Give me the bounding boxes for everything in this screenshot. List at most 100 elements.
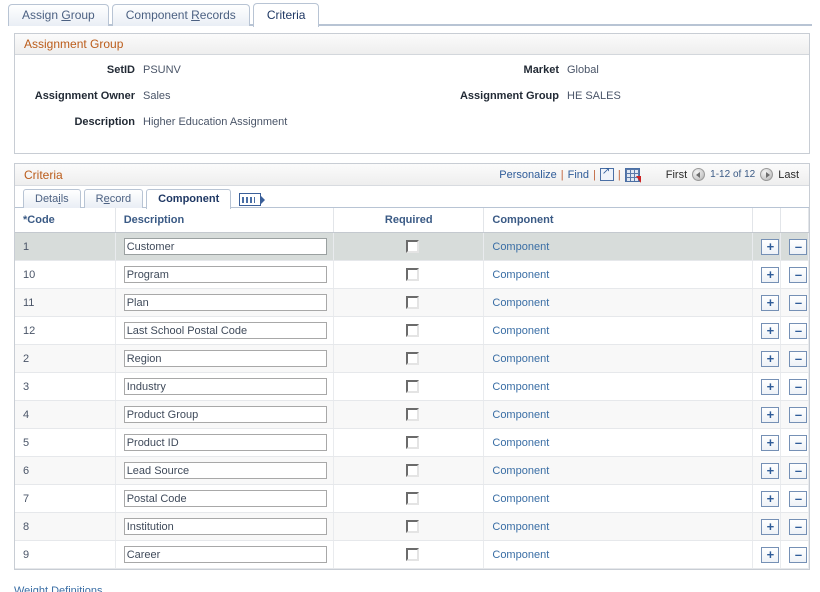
component-link[interactable]: Component (492, 409, 549, 421)
description-input[interactable] (124, 518, 327, 535)
tab-component[interactable]: Component (146, 189, 231, 209)
table-row[interactable]: 4Component+– (15, 401, 809, 429)
delete-row-button[interactable]: – (789, 323, 807, 339)
description-input[interactable] (124, 266, 327, 283)
grid-download-icon[interactable] (625, 168, 640, 182)
delete-row-button[interactable]: – (789, 407, 807, 423)
component-link[interactable]: Component (492, 381, 549, 393)
cell-add: + (752, 401, 780, 429)
required-checkbox[interactable] (406, 436, 419, 449)
cell-code: 10 (15, 261, 115, 289)
tab-details[interactable]: Details (23, 189, 81, 208)
component-link[interactable]: Component (492, 353, 549, 365)
cell-required (334, 345, 484, 373)
cell-delete: – (780, 513, 808, 541)
description-input[interactable] (124, 546, 327, 563)
table-row[interactable]: 11Component+– (15, 289, 809, 317)
description-input[interactable] (124, 350, 327, 367)
required-checkbox[interactable] (406, 324, 419, 337)
delete-row-button[interactable]: – (789, 463, 807, 479)
expand-icon[interactable] (600, 168, 614, 181)
weight-definitions-link[interactable]: Weight Definitions (14, 585, 102, 592)
delete-row-button[interactable]: – (789, 351, 807, 367)
delete-row-button[interactable]: – (789, 295, 807, 311)
delete-row-button[interactable]: – (789, 519, 807, 535)
description-input[interactable] (124, 462, 327, 479)
delete-row-button[interactable]: – (789, 547, 807, 563)
first-page-label[interactable]: First (666, 169, 687, 181)
page-tab-assign-group[interactable]: Assign Group (8, 4, 109, 26)
required-checkbox[interactable] (406, 408, 419, 421)
tab-record[interactable]: Record (84, 189, 143, 208)
add-row-button[interactable]: + (761, 267, 779, 283)
delete-row-button[interactable]: – (789, 239, 807, 255)
cell-description (115, 541, 333, 569)
add-row-button[interactable]: + (761, 239, 779, 255)
page-tab-criteria[interactable]: Criteria (253, 3, 320, 27)
description-input[interactable] (124, 322, 327, 339)
component-link[interactable]: Component (492, 493, 549, 505)
table-row[interactable]: 8 Component +– (15, 513, 809, 541)
add-row-button[interactable]: + (761, 491, 779, 507)
find-link[interactable]: Find (568, 169, 589, 181)
component-link[interactable]: Component (492, 465, 549, 477)
description-input[interactable] (124, 238, 327, 255)
cell-code: 8 (15, 513, 115, 541)
add-row-button[interactable]: + (761, 379, 779, 395)
component-link[interactable]: Component (492, 297, 549, 309)
description-input[interactable] (124, 378, 327, 395)
description-input[interactable] (124, 434, 327, 451)
component-link[interactable]: Component (492, 325, 549, 337)
criteria-header-bar: Criteria Personalize | Find | | First 1-… (15, 164, 809, 186)
delete-row-button[interactable]: – (789, 435, 807, 451)
assignment-group-header: Assignment Group (15, 34, 809, 55)
add-row-button[interactable]: + (761, 519, 779, 535)
add-row-button[interactable]: + (761, 435, 779, 451)
add-row-button[interactable]: + (761, 295, 779, 311)
add-row-button[interactable]: + (761, 407, 779, 423)
required-checkbox[interactable] (406, 380, 419, 393)
required-checkbox[interactable] (406, 268, 419, 281)
delete-row-button[interactable]: – (789, 491, 807, 507)
delete-row-button[interactable]: – (789, 379, 807, 395)
table-row[interactable]: 5Component+– (15, 429, 809, 457)
table-row[interactable]: 9Component+– (15, 541, 809, 569)
component-link[interactable]: Component (492, 521, 549, 533)
cell-required (334, 429, 484, 457)
last-page-label[interactable]: Last (778, 169, 799, 181)
tab-record-label: Record (96, 193, 131, 205)
table-row[interactable]: 3Component+– (15, 373, 809, 401)
required-checkbox[interactable] (406, 240, 419, 253)
previous-arrow-icon[interactable] (692, 168, 705, 181)
component-link[interactable]: Component (492, 437, 549, 449)
cell-add: + (752, 261, 780, 289)
show-all-columns-icon[interactable] (239, 193, 261, 206)
cell-required (334, 457, 484, 485)
required-checkbox[interactable] (406, 492, 419, 505)
table-row[interactable]: 6Component+– (15, 457, 809, 485)
description-input[interactable] (124, 406, 327, 423)
required-checkbox[interactable] (406, 464, 419, 477)
personalize-link[interactable]: Personalize (499, 169, 556, 181)
delete-row-button[interactable]: – (789, 267, 807, 283)
required-checkbox[interactable] (406, 520, 419, 533)
required-checkbox[interactable] (406, 548, 419, 561)
description-input[interactable] (124, 294, 327, 311)
description-input[interactable] (124, 490, 327, 507)
required-checkbox[interactable] (406, 296, 419, 309)
required-checkbox[interactable] (406, 352, 419, 365)
table-row[interactable]: 10 Component +– (15, 261, 809, 289)
component-link[interactable]: Component (492, 549, 549, 561)
add-row-button[interactable]: + (761, 547, 779, 563)
component-link[interactable]: Component (492, 241, 549, 253)
table-row[interactable]: 1Component+– (15, 233, 809, 261)
component-link[interactable]: Component (492, 269, 549, 281)
table-row[interactable]: 2Component+– (15, 345, 809, 373)
page-tab-component-records[interactable]: Component Records (112, 4, 250, 26)
add-row-button[interactable]: + (761, 351, 779, 367)
table-row[interactable]: 12Component+– (15, 317, 809, 345)
add-row-button[interactable]: + (761, 463, 779, 479)
next-arrow-icon[interactable] (760, 168, 773, 181)
table-row[interactable]: 7Component+– (15, 485, 809, 513)
add-row-button[interactable]: + (761, 323, 779, 339)
